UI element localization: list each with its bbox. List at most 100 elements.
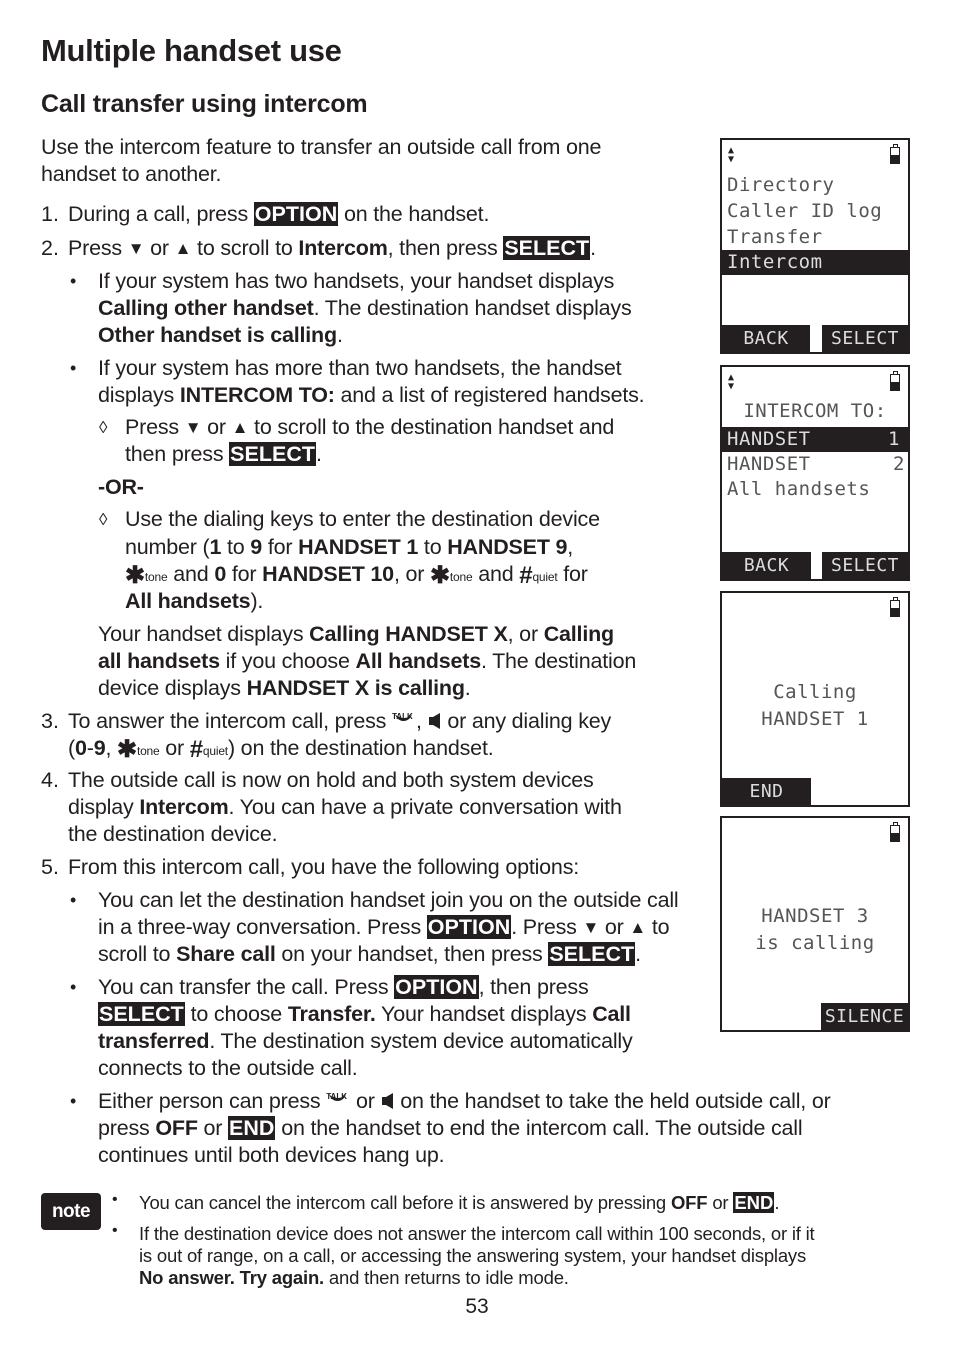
- step-1: During a call, press OPTION on the hands…: [68, 201, 489, 228]
- intro-line-1: Use the intercom feature to transfer an …: [41, 135, 602, 159]
- up-arrow-icon: ▲: [174, 239, 192, 258]
- sub-step: Use the dialing keys to enter the destin…: [125, 507, 600, 531]
- text: or: [144, 236, 175, 260]
- bold-text: Calling: [543, 622, 614, 646]
- bold-text: Intercom: [298, 236, 388, 260]
- menu-item-selected: Intercom: [722, 250, 908, 275]
- bold-text: transferred: [98, 1029, 210, 1053]
- text: You can cancel the intercom call before …: [139, 1192, 671, 1213]
- text: Your handset displays: [375, 1002, 593, 1026]
- text: ).: [250, 589, 264, 613]
- option-line: SELECT to choose Transfer. Your handset …: [98, 1001, 631, 1028]
- bold-text: All handsets: [125, 589, 251, 613]
- speaker-key-icon: [381, 1093, 393, 1109]
- text: Press: [68, 236, 128, 260]
- text: and then returns to idle mode.: [323, 1267, 569, 1288]
- screen-line: Calling: [773, 681, 857, 703]
- option-line: transferred. The destination system devi…: [98, 1028, 633, 1055]
- bullet-icon: •: [70, 977, 77, 997]
- text: for: [226, 562, 263, 586]
- text: then press: [125, 442, 230, 466]
- key-sublabel: quiet: [202, 744, 228, 758]
- step-number: 5.: [41, 855, 59, 879]
- sub-step: then press SELECT.: [125, 441, 322, 468]
- step-number: 3.: [41, 709, 59, 733]
- up-arrow-icon: ▲: [231, 418, 249, 437]
- screen-line: HANDSET 1: [761, 708, 869, 730]
- bold-text: 9: [93, 736, 106, 760]
- text: During a call, press: [68, 202, 254, 226]
- screen-line: is calling: [755, 932, 875, 954]
- text: displays: [98, 383, 180, 407]
- select-key: SELECT: [98, 1002, 185, 1026]
- handset-option: All handsets: [727, 478, 871, 500]
- step-4: the destination device.: [68, 822, 278, 846]
- option-line: continues until both devices hang up.: [98, 1143, 445, 1167]
- text: Either person can press: [98, 1089, 327, 1113]
- bold-text: HANDSET 10: [262, 562, 394, 586]
- bullet-icon: •: [112, 1222, 118, 1239]
- handset-screen-menu: ▲ ▼ Directory Caller ID log Transfer Inte…: [720, 138, 910, 354]
- text: scroll to: [98, 942, 177, 966]
- text: ,: [567, 535, 574, 559]
- text: .: [635, 942, 641, 966]
- text: to scroll to: [191, 236, 299, 260]
- softkey-back: BACK: [722, 325, 810, 352]
- bold-text: OFF: [155, 1116, 198, 1140]
- bold-text: All handsets: [355, 649, 482, 673]
- hash-quiet-key-icon: #: [189, 736, 203, 763]
- text: .: [774, 1192, 780, 1213]
- note-line: is out of range, on a call, or accessing…: [139, 1245, 807, 1266]
- text: , or: [393, 562, 430, 586]
- text: , or: [507, 622, 544, 646]
- star-tone-key-icon: ✱: [125, 562, 145, 589]
- text: or: [159, 736, 190, 760]
- menu-item: Caller ID log: [727, 200, 883, 222]
- battery-icon: [890, 597, 900, 617]
- handset-number: 1: [888, 428, 900, 450]
- screen-title: INTERCOM TO:: [743, 400, 887, 422]
- result-line: all handsets if you choose All handsets.…: [98, 648, 636, 675]
- text: ) on the destination handset.: [227, 736, 494, 760]
- bold-text: 0: [74, 736, 87, 760]
- text: . The destination handset displays: [313, 296, 632, 320]
- battery-icon: [890, 144, 900, 164]
- text: or: [350, 1089, 381, 1113]
- text: . You can have a private conversation wi…: [228, 795, 622, 819]
- diamond-bullet-icon: ◊: [99, 510, 108, 529]
- star-tone-key-icon: ✱: [429, 562, 450, 589]
- down-arrow-icon: ▼: [582, 918, 600, 937]
- key-sublabel: tone: [136, 744, 160, 758]
- handset-option: HANDSET 2: [727, 452, 905, 477]
- text: or: [197, 1116, 229, 1140]
- text: for: [262, 535, 299, 559]
- sub-step: Press ▼ or ▲ to scroll to the destinatio…: [125, 414, 614, 442]
- text: number (: [125, 535, 210, 559]
- bold-text: No answer. Try again.: [139, 1267, 324, 1288]
- menu-item: Transfer: [727, 226, 823, 248]
- scroll-arrows-icon: ▲ ▼: [728, 372, 735, 392]
- bullet-icon: •: [70, 358, 77, 378]
- softkey-end: END: [722, 778, 811, 805]
- text: device displays: [98, 676, 247, 700]
- page-title: Multiple handset use: [41, 33, 342, 68]
- softkey-select: SELECT: [822, 325, 908, 352]
- text: on the handset.: [338, 202, 490, 226]
- step-number: 1.: [41, 202, 59, 226]
- page-number: 53: [465, 1295, 489, 1318]
- handset-screen-incoming: HANDSET 3 is calling SILENCE: [720, 816, 910, 1032]
- text: and: [472, 562, 520, 586]
- note-line: You can cancel the intercom call before …: [139, 1191, 780, 1214]
- step-4: display Intercom. You can have a private…: [68, 794, 622, 821]
- step-number: 2.: [41, 236, 59, 260]
- text: .: [336, 323, 343, 347]
- softkey-silence: SILENCE: [821, 1003, 908, 1030]
- text: , then press: [478, 975, 589, 999]
- bold-text: Calling HANDSET X: [309, 622, 508, 646]
- bold-text: Calling other handset: [98, 296, 314, 320]
- menu-item: Directory: [727, 174, 835, 196]
- option-line: scroll to Share call on your handset, th…: [98, 941, 641, 968]
- bullet-line: Other handset is calling.: [98, 322, 343, 349]
- option-key: OPTION: [253, 202, 339, 226]
- text: or: [599, 915, 630, 939]
